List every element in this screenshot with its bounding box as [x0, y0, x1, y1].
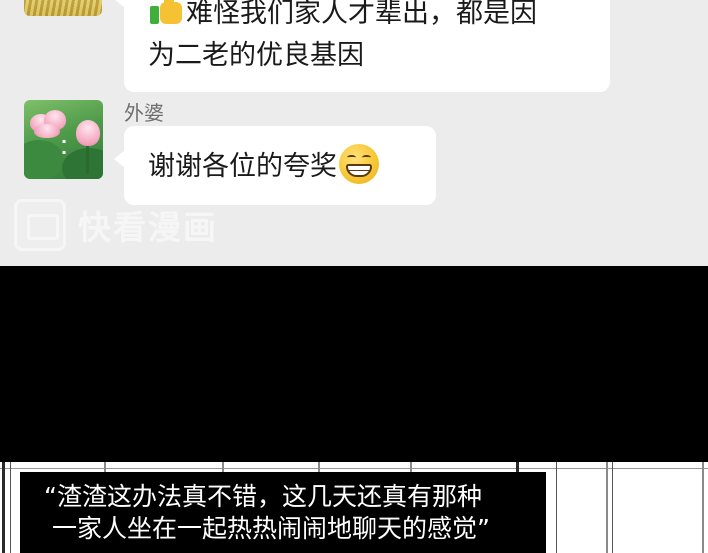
- watermark: 快看漫画: [14, 199, 218, 251]
- railing-bar: [10, 462, 11, 553]
- caption-line: “渣渣这办法真不错，这几天还真有那种: [44, 482, 482, 511]
- railing-bar: [702, 462, 704, 553]
- railing-scene: “渣渣这办法真不错，这几天还真有那种 一家人坐在一起热热闹闹地聊天的感觉”: [0, 462, 708, 553]
- railing-bar: [556, 462, 557, 553]
- watermark-logo-icon: [14, 199, 66, 251]
- black-panel: [0, 266, 708, 462]
- caption-line: 一家人坐在一起热热闹闹地聊天的感觉”: [52, 514, 490, 543]
- chat-panel: 难怪我们家人才辈出，都是因 为二老的优良基因 ▪ ▪ 外婆 谢谢各位的夸奖 快看漫…: [0, 0, 708, 266]
- narration-caption: “渣渣这办法真不错，这几天还真有那种 一家人坐在一起热热闹闹地聊天的感觉”: [20, 472, 546, 553]
- avatar-seal-mark: ▪ ▪: [61, 138, 67, 156]
- railing-bar: [606, 462, 608, 553]
- thumbs-up-icon: [148, 0, 184, 26]
- sender-avatar[interactable]: ▪ ▪: [24, 100, 103, 179]
- sender-name: 外婆: [124, 101, 164, 125]
- message-line: 难怪我们家人才辈出，都是因: [148, 0, 586, 35]
- message-text: 难怪我们家人才辈出，都是因: [186, 0, 537, 29]
- railing-bar: [612, 462, 613, 553]
- message-line: 为二老的优良基因: [148, 40, 364, 71]
- message-bubble[interactable]: 谢谢各位的夸奖: [114, 126, 436, 205]
- message-bubble[interactable]: 难怪我们家人才辈出，都是因 为二老的优良基因: [114, 0, 610, 92]
- watermark-text: 快看漫画: [78, 208, 218, 247]
- message-text: 谢谢各位的夸奖: [148, 151, 337, 182]
- railing-top-line: [0, 468, 708, 469]
- grinning-face-icon: [339, 144, 379, 184]
- railing-bar: [2, 462, 5, 553]
- previous-sender-avatar[interactable]: [24, 0, 102, 16]
- message-line: 谢谢各位的夸奖: [148, 144, 412, 188]
